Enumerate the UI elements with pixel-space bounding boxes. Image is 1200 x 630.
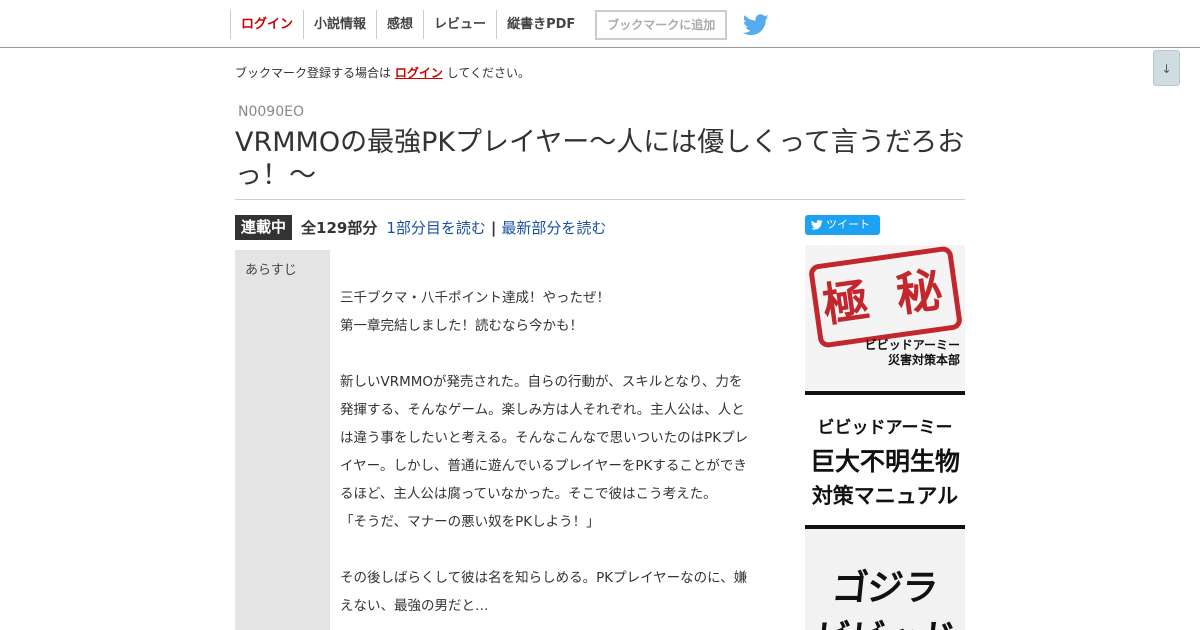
synopsis-line: 発揮する、そんなゲーム。楽しみ方は人それぞれ。主人公は、人と xyxy=(340,402,745,418)
synopsis-line: は違う事をしたいと考える。そんなこんなで思いついたのはPKプレ xyxy=(340,430,749,446)
synopsis-line: 「そうだ、マナーの悪い奴をPKしよう！」 xyxy=(340,514,600,530)
ad-subtitle-2: 災害対策本部 xyxy=(887,353,960,367)
ad-middle-panel: ビビッドアーミー 巨大不明生物 対策マニュアル xyxy=(805,395,965,525)
tweet-button[interactable]: ツイート xyxy=(805,215,880,235)
synopsis-label-column: あらすじ xyxy=(235,250,330,630)
ad-mid-line-2: 巨大不明生物 xyxy=(809,447,960,476)
synopsis-line: 新しいVRMMOが発売された。自らの行動が、スキルとなり、力を xyxy=(340,374,743,390)
nav-novel-info-link[interactable]: 小説情報 xyxy=(303,10,376,39)
ad-bottom-line-1: ゴジラ xyxy=(829,568,940,609)
twitter-bird-icon[interactable] xyxy=(743,13,769,36)
ad-mid-line-3: 対策マニュアル xyxy=(811,483,959,508)
synopsis-line: その後しばらくして彼は名を知らしめる。PKプレイヤーなのに、嫌 xyxy=(340,570,748,586)
nav-review-link[interactable]: レビュー xyxy=(423,10,496,39)
novel-code: N0090EO xyxy=(238,104,304,120)
serial-status-row: 連載中 全129部分 1部分目を読む | 最新部分を読む xyxy=(235,215,606,240)
read-latest-part-link[interactable]: 最新部分を読む xyxy=(501,217,606,238)
notice-prefix: ブックマーク登録する場合は xyxy=(235,66,392,80)
nav-vertical-pdf-link[interactable]: 縦書きPDF xyxy=(496,10,585,39)
link-separator: | xyxy=(490,218,497,237)
synopsis-line: るほど、主人公は腐っていなかった。そこで彼はこう考えた。 xyxy=(340,486,717,502)
status-badge: 連載中 xyxy=(235,215,293,240)
total-parts: 全129部分 xyxy=(301,219,378,237)
notice-login-link[interactable]: ログイン xyxy=(395,66,443,80)
ad-bottom-line-2: ビビッド xyxy=(805,609,965,630)
top-navigation-bar: ログイン 小説情報 感想 レビュー 縦書きPDF ブックマークに追加 xyxy=(0,0,1200,48)
nav-menu: ログイン 小説情報 感想 レビュー 縦書きPDF ブックマークに追加 xyxy=(230,9,769,40)
title-divider xyxy=(235,199,965,200)
ad-bottom-panel: ゴジラ ビビッド xyxy=(805,529,965,630)
scroll-down-button[interactable]: ↓ xyxy=(1153,50,1180,86)
nav-login-link[interactable]: ログイン xyxy=(230,10,303,39)
synopsis-line: イヤー。しかし、普通に遊んでいるプレイヤーをPKすることができ xyxy=(340,458,747,474)
synopsis-text: 三千ブクマ・八千ポイント達成！やったぜ！ 第一章完結しました！読むなら今かも！ … xyxy=(340,284,770,620)
synopsis-line: 三千ブクマ・八千ポイント達成！やったぜ！ xyxy=(340,290,610,306)
twitter-bird-icon xyxy=(810,220,823,230)
ad-top-panel: 極 秘 ビビッドアーミー 災害対策本部 xyxy=(805,245,965,390)
nav-impressions-link[interactable]: 感想 xyxy=(376,10,423,39)
tweet-label: ツイート xyxy=(826,218,870,231)
advertisement-banner[interactable]: 極 秘 ビビッドアーミー 災害対策本部 ビビッドアーミー 巨大不明生物 対策マニ… xyxy=(805,245,965,630)
synopsis-line: 第一章完結しました！読むなら今かも！ xyxy=(340,318,583,334)
read-first-part-link[interactable]: 1部分目を読む xyxy=(386,217,486,238)
synopsis-line xyxy=(340,340,770,368)
synopsis-label: あらすじ xyxy=(245,263,297,278)
ad-secret-stamp: 極 秘 xyxy=(807,245,964,349)
notice-suffix: してください。 xyxy=(446,66,530,80)
ad-mid-line-1: ビビッドアーミー xyxy=(817,418,953,438)
novel-title: VRMMOの最強PKプレイヤー〜人には優しくって言うだろおっ！〜 xyxy=(235,127,965,191)
add-bookmark-button[interactable]: ブックマークに追加 xyxy=(595,9,728,40)
synopsis-line xyxy=(340,536,770,564)
synopsis-line: えない、最強の男だと… xyxy=(340,598,489,614)
bookmark-login-notice: ブックマーク登録する場合は ログイン してください。 xyxy=(235,64,530,81)
